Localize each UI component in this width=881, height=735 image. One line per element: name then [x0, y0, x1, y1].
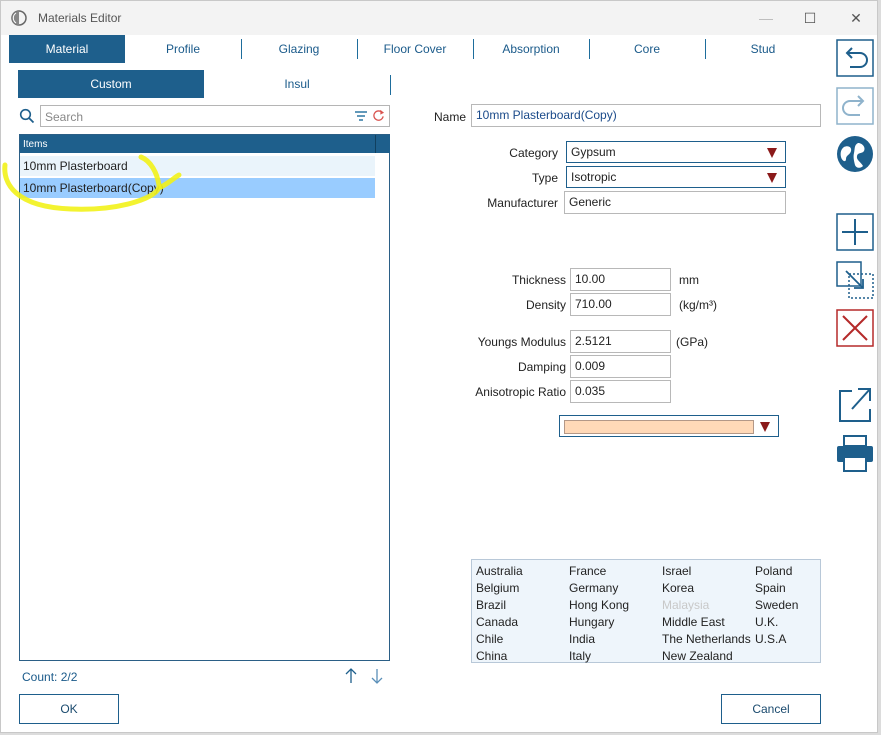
materials-editor-window: Materials Editor — ☐ ✕ Material Profile …	[0, 0, 878, 733]
move-up-icon[interactable]	[344, 667, 358, 685]
list-item-selected[interactable]: 10mm Plasterboard(Copy)	[20, 178, 375, 198]
country-item[interactable]: Sweden	[755, 597, 798, 614]
country-item[interactable]: Brazil	[476, 597, 523, 614]
cancel-button[interactable]: Cancel	[721, 694, 821, 724]
anisotropic-ratio-field[interactable]: 0.035	[570, 380, 671, 403]
anisotropic-ratio-label: Anisotropic Ratio	[475, 385, 566, 399]
youngs-modulus-field[interactable]: 2.5121	[570, 330, 671, 353]
tab-material[interactable]: Material	[9, 35, 125, 63]
country-item[interactable]: China	[476, 648, 523, 665]
name-field[interactable]: 10mm Plasterboard(Copy)	[471, 104, 821, 127]
window-title: Materials Editor	[38, 11, 122, 25]
tab-floor-cover[interactable]: Floor Cover	[357, 35, 473, 63]
tab-stud[interactable]: Stud	[705, 35, 821, 63]
type-dropdown[interactable]: Isotropic	[566, 166, 786, 188]
category-value: Gypsum	[571, 145, 616, 159]
country-item[interactable]: Israel	[662, 563, 751, 580]
main-tabs: Material Profile Glazing Floor Cover Abs…	[9, 35, 821, 63]
subtab-custom[interactable]: Custom	[18, 70, 204, 98]
list-header-scroll-cap	[375, 135, 390, 153]
materials-list: Items 10mm Plasterboard 10mm Plasterboar…	[19, 134, 390, 661]
density-label: Density	[525, 298, 566, 312]
list-item[interactable]: 10mm Plasterboard	[20, 156, 375, 176]
print-icon[interactable]	[836, 435, 874, 473]
country-item[interactable]: Korea	[662, 580, 751, 597]
country-item[interactable]: U.S.A	[755, 631, 798, 648]
undo-icon[interactable]	[836, 39, 874, 77]
title-bar: Materials Editor — ☐ ✕	[1, 1, 877, 35]
dropdown-arrow-icon	[760, 422, 770, 432]
sub-tabs: Custom Insul	[18, 70, 391, 98]
list-header: Items	[20, 135, 375, 153]
country-item[interactable]: Hungary	[569, 614, 629, 631]
minimize-button[interactable]: —	[751, 7, 781, 29]
country-column-1: Australia Belgium Brazil Canada Chile Ch…	[476, 563, 523, 665]
ok-button[interactable]: OK	[19, 694, 119, 724]
delete-icon[interactable]	[836, 309, 874, 347]
density-unit: (kg/m³)	[679, 298, 717, 312]
country-item[interactable]: Hong Kong	[569, 597, 629, 614]
color-swatch	[564, 420, 754, 434]
country-column-2: France Germany Hong Kong Hungary India I…	[569, 563, 629, 665]
search-icon	[19, 108, 35, 124]
density-field[interactable]: 710.00	[570, 293, 671, 316]
close-button[interactable]: ✕	[841, 7, 871, 29]
type-value: Isotropic	[571, 170, 617, 184]
country-item[interactable]: Middle East	[662, 614, 751, 631]
country-item[interactable]: Belgium	[476, 580, 523, 597]
add-icon[interactable]	[836, 213, 874, 251]
thickness-unit: mm	[679, 273, 699, 287]
damping-label: Damping	[517, 360, 566, 374]
country-item[interactable]: The Netherlands	[662, 631, 751, 648]
color-dropdown[interactable]	[559, 415, 779, 437]
globe-icon[interactable]	[836, 135, 874, 173]
tab-absorption[interactable]: Absorption	[473, 35, 589, 63]
subtab-insul[interactable]: Insul	[204, 70, 390, 98]
tab-core[interactable]: Core	[589, 35, 705, 63]
refresh-icon[interactable]	[372, 109, 385, 122]
export-icon[interactable]	[836, 385, 874, 423]
category-dropdown[interactable]: Gypsum	[566, 141, 786, 163]
item-count: Count: 2/2	[22, 670, 78, 684]
country-item[interactable]: Germany	[569, 580, 629, 597]
name-label: Name	[433, 110, 466, 124]
duplicate-icon[interactable]	[836, 261, 874, 299]
country-list: Australia Belgium Brazil Canada Chile Ch…	[471, 559, 821, 663]
youngs-modulus-label: Youngs Modulus	[477, 335, 566, 349]
maximize-button[interactable]: ☐	[795, 7, 825, 29]
category-label: Category	[509, 146, 558, 160]
subtab-divider	[390, 75, 391, 95]
youngs-modulus-unit: (GPa)	[676, 335, 709, 349]
dropdown-arrow-icon	[767, 173, 777, 183]
move-down-icon[interactable]	[370, 667, 384, 685]
app-logo-icon	[11, 10, 27, 26]
country-item[interactable]: Australia	[476, 563, 523, 580]
country-item[interactable]: Canada	[476, 614, 523, 631]
thickness-label: Thickness	[511, 273, 566, 287]
search-field	[40, 105, 390, 127]
country-column-3: Israel Korea Malaysia Middle East The Ne…	[662, 563, 751, 665]
damping-field[interactable]: 0.009	[570, 355, 671, 378]
search-input[interactable]	[43, 108, 347, 126]
country-column-4: Poland Spain Sweden U.K. U.S.A	[755, 563, 798, 648]
tab-profile[interactable]: Profile	[125, 35, 241, 63]
country-item[interactable]: U.K.	[755, 614, 798, 631]
country-item-disabled: Malaysia	[662, 598, 710, 612]
country-item[interactable]: New Zealand	[662, 648, 751, 665]
country-item[interactable]: Spain	[755, 580, 798, 597]
manufacturer-field[interactable]: Generic	[564, 191, 786, 214]
type-label: Type	[531, 171, 558, 185]
thickness-field[interactable]: 10.00	[570, 268, 671, 291]
country-item[interactable]: Italy	[569, 648, 629, 665]
country-item[interactable]: Chile	[476, 631, 523, 648]
country-item[interactable]: France	[569, 563, 629, 580]
dropdown-arrow-icon	[767, 148, 777, 158]
country-item[interactable]: Poland	[755, 563, 798, 580]
filter-icon[interactable]	[355, 110, 367, 122]
redo-icon[interactable]	[836, 87, 874, 125]
tab-glazing[interactable]: Glazing	[241, 35, 357, 63]
manufacturer-label: Manufacturer	[487, 196, 558, 210]
country-item[interactable]: India	[569, 631, 629, 648]
